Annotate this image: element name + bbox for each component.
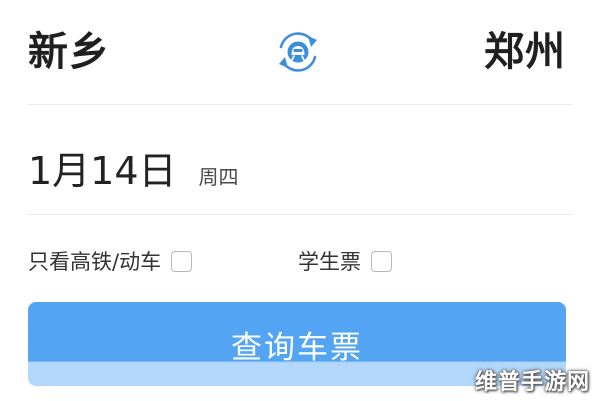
student-ticket-label: 学生票 — [298, 250, 361, 274]
highspeed-only-checkbox[interactable] — [171, 250, 193, 272]
student-ticket-checkbox[interactable] — [371, 250, 392, 272]
swap-stations-button[interactable] — [273, 27, 323, 77]
highspeed-only-label: 只看高铁/动车 — [28, 250, 162, 274]
travel-date: 1月14日 — [28, 149, 177, 193]
search-tickets-label: 查询车票 — [231, 330, 363, 366]
student-ticket-option[interactable]: 学生票 — [298, 245, 392, 277]
divider — [28, 214, 572, 215]
date-selector[interactable]: 1月14日 周四 — [28, 140, 239, 193]
highspeed-only-option[interactable]: 只看高铁/动车 — [28, 245, 193, 277]
divider — [28, 104, 572, 105]
train-swap-icon — [279, 32, 317, 72]
weekday-label: 周四 — [198, 165, 239, 189]
departure-station[interactable]: 新乡 — [28, 26, 110, 78]
watermark: 维普手游网 — [474, 370, 590, 395]
arrival-station[interactable]: 郑州 — [484, 26, 566, 78]
